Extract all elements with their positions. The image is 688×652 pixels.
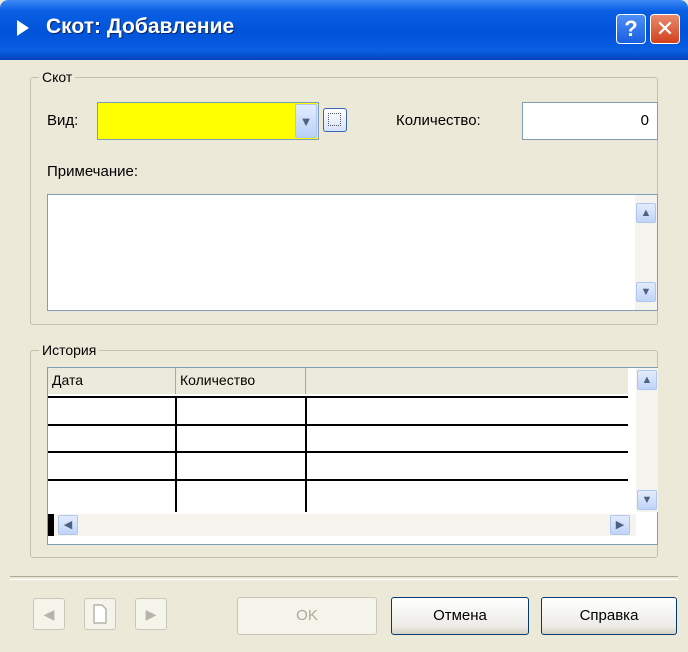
app-icon: [17, 20, 29, 36]
note-scrollbar[interactable]: ▲ ▼: [635, 195, 657, 310]
note-label: Примечание:: [47, 163, 138, 180]
scroll-down-icon[interactable]: ▼: [637, 490, 657, 510]
scroll-up-icon[interactable]: ▲: [636, 203, 656, 223]
history-group-legend: История: [39, 341, 100, 359]
grid-vertical-scrollbar[interactable]: ▲ ▼: [636, 368, 658, 512]
column-header-quantity[interactable]: Количество: [176, 368, 306, 394]
document-icon: [93, 604, 107, 624]
window-title: Скот: Добавление: [46, 15, 235, 38]
column-header-date[interactable]: Дата: [48, 368, 176, 394]
kind-picker-button[interactable]: [323, 108, 347, 132]
kind-combo[interactable]: ▼: [97, 102, 319, 140]
ok-button[interactable]: OK: [237, 597, 377, 635]
new-record-button[interactable]: [84, 598, 116, 630]
footer-divider: [10, 576, 678, 580]
table-row[interactable]: [48, 396, 628, 398]
column-divider: [305, 396, 307, 512]
title-bar[interactable]: Скот: Добавление ? ✕: [0, 0, 688, 60]
table-row[interactable]: [48, 479, 628, 481]
table-row[interactable]: [48, 506, 628, 508]
quantity-field[interactable]: 0: [522, 102, 658, 140]
prev-record-icon[interactable]: ◀: [33, 598, 65, 630]
cancel-button[interactable]: Отмена: [391, 597, 529, 635]
table-row[interactable]: [48, 451, 628, 453]
quantity-label: Количество:: [396, 112, 481, 129]
next-record-icon[interactable]: ▶: [135, 598, 167, 630]
help-button[interactable]: Справка: [541, 597, 677, 635]
current-row-indicator: [48, 514, 54, 536]
column-header-empty: [306, 368, 628, 394]
livestock-group-legend: Скот: [39, 68, 76, 86]
close-icon[interactable]: ✕: [650, 14, 680, 44]
table-row[interactable]: [48, 424, 628, 426]
kind-label: Вид:: [47, 112, 79, 129]
chevron-down-icon[interactable]: ▼: [295, 104, 317, 138]
scroll-down-icon[interactable]: ▼: [636, 282, 656, 302]
column-divider: [175, 396, 177, 512]
grid-horizontal-scrollbar[interactable]: ◀ ▶: [48, 514, 636, 536]
picker-icon: [328, 113, 341, 126]
help-icon[interactable]: ?: [616, 14, 646, 44]
note-textarea[interactable]: ▲ ▼: [47, 194, 658, 311]
scroll-right-icon[interactable]: ▶: [610, 515, 630, 535]
scroll-left-icon[interactable]: ◀: [58, 515, 78, 535]
scroll-up-icon[interactable]: ▲: [637, 370, 657, 390]
